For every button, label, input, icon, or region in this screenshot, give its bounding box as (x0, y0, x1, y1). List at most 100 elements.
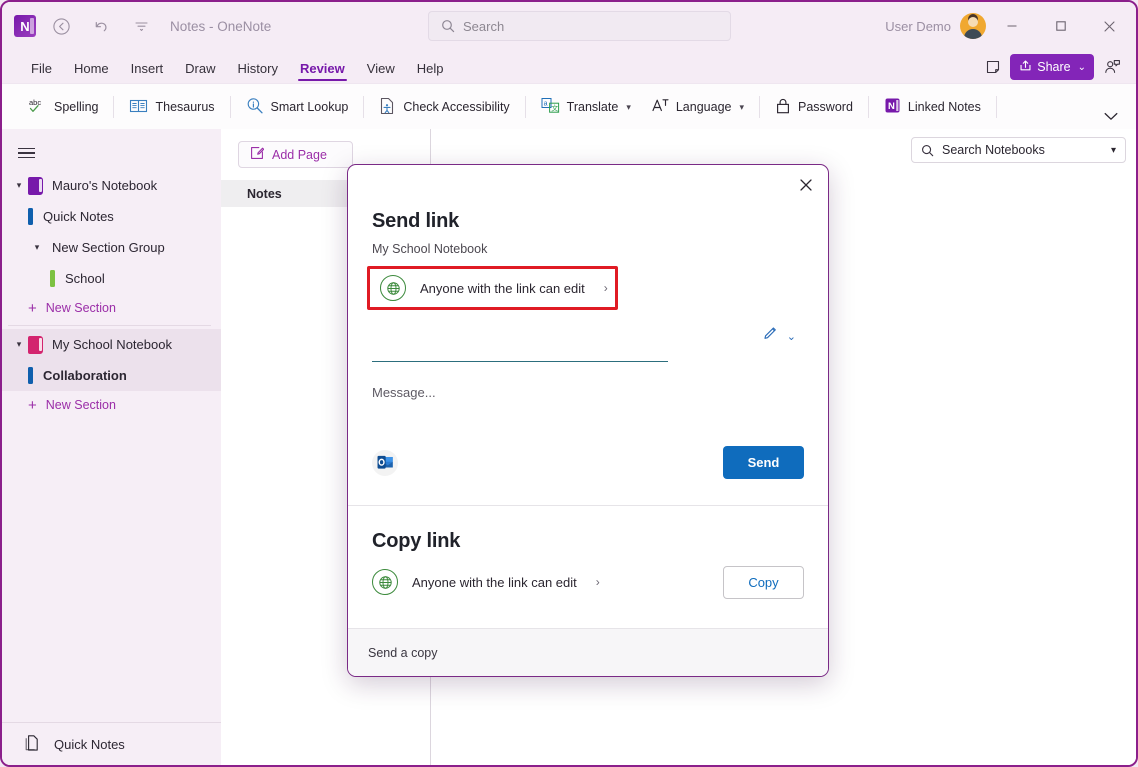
message-input[interactable]: Message... (372, 385, 804, 400)
tab-file[interactable]: File (20, 57, 63, 83)
sidebar-item-label: New Section (45, 301, 116, 315)
add-page-label: Add Page (272, 147, 327, 162)
quick-notes-page-icon (24, 734, 41, 755)
translate-label: Translate (566, 100, 619, 114)
tab-review[interactable]: Review (289, 57, 356, 83)
sidebar-new-section-school[interactable]: + New Section (2, 391, 221, 419)
thesaurus-button[interactable]: Thesaurus (119, 91, 224, 123)
linked-notes-button[interactable]: N Linked Notes (874, 91, 991, 123)
tab-draw[interactable]: Draw (174, 57, 226, 83)
section-color-icon (28, 367, 33, 384)
search-notebooks-placeholder: Search Notebooks (942, 143, 1045, 157)
permission-edit-group[interactable]: ⌄ (762, 325, 796, 347)
send-link-permission-button[interactable]: Anyone with the link can edit › (375, 269, 615, 307)
ribbon-tab-strip: File Home Insert Draw History Review Vie… (2, 50, 1136, 83)
close-icon[interactable] (792, 171, 820, 199)
recipient-input[interactable] (372, 330, 668, 362)
notes-page-icon[interactable] (978, 54, 1008, 80)
language-label: Language (675, 100, 732, 114)
smart-lookup-label: Smart Lookup (270, 100, 349, 114)
share-button[interactable]: Share ⌄ (1010, 54, 1094, 80)
chevron-down-icon[interactable]: ▾ (1111, 145, 1116, 156)
language-button[interactable]: Language ▾ (641, 91, 754, 123)
tab-home[interactable]: Home (63, 57, 120, 83)
ribbon-divider (867, 96, 869, 118)
send-a-copy-button[interactable]: Send a copy (348, 628, 828, 676)
chevron-right-icon: › (595, 575, 600, 589)
svg-text:N: N (888, 101, 895, 112)
sidebar-item-label: School (65, 271, 105, 286)
add-page-button[interactable]: Add Page (238, 141, 353, 168)
sidebar-item-quick-notes[interactable]: Quick Notes (2, 201, 221, 232)
undo-icon[interactable] (86, 11, 116, 41)
hamburger-menu-icon[interactable] (10, 136, 44, 170)
sidebar-item-label: Quick Notes (43, 209, 114, 224)
customize-quick-access-icon[interactable] (126, 11, 156, 41)
onenote-window: N Notes - OneNote Search User Demo File … (0, 0, 1138, 767)
sidebar-item-label: My School Notebook (52, 337, 172, 352)
sidebar-item-new-section-group[interactable]: ▾ New Section Group (2, 232, 221, 263)
sidebar-item-school[interactable]: School (2, 263, 221, 294)
chevron-down-icon: ▾ (626, 101, 631, 112)
svg-text:a: a (543, 101, 547, 108)
sidebar-item-collaboration[interactable]: Collaboration (2, 360, 221, 391)
search-notebooks-input[interactable]: Search Notebooks ▾ (911, 137, 1126, 163)
send-link-permission-label: Anyone with the link can edit (420, 280, 585, 296)
share-icon (1019, 59, 1032, 75)
tab-history[interactable]: History (227, 57, 289, 83)
send-link-subtitle: My School Notebook (372, 242, 488, 256)
send-button[interactable]: Send (723, 446, 804, 479)
ribbon-collapse-button[interactable] (1098, 104, 1124, 128)
sidebar-footer-quick-notes[interactable]: Quick Notes (2, 722, 221, 765)
search-input[interactable]: Search (428, 11, 731, 41)
smart-lookup-button[interactable]: Smart Lookup (236, 91, 359, 123)
send-a-copy-label: Send a copy (368, 645, 438, 660)
chevron-down-icon: ⌄ (1077, 61, 1086, 73)
spelling-button[interactable]: abc Spelling (18, 91, 108, 123)
minimize-button[interactable] (987, 2, 1036, 50)
translate-icon: a文 (541, 97, 560, 117)
avatar[interactable] (960, 13, 986, 39)
onenote-logo-icon: N (14, 15, 36, 37)
linked-notes-label: Linked Notes (907, 100, 981, 114)
thesaurus-book-icon (129, 98, 148, 117)
copy-button[interactable]: Copy (723, 565, 804, 599)
share-dialog: Send link My School Notebook Anyone with… (347, 164, 829, 677)
ribbon-toolbar: abc Spelling Thesaurus Smart Lookup Chec… (2, 83, 1136, 130)
ribbon-divider (229, 96, 231, 118)
close-button[interactable] (1085, 2, 1134, 50)
sidebar-item-my-school-notebook[interactable]: ▾ My School Notebook (2, 329, 221, 360)
recipient-row: ⌄ (348, 325, 828, 362)
check-accessibility-button[interactable]: Check Accessibility (369, 91, 519, 123)
permission-highlight-box: Anyone with the link can edit › (367, 266, 618, 310)
ribbon-divider (113, 96, 115, 118)
outlook-icon[interactable] (372, 449, 398, 476)
copy-link-permission-label: Anyone with the link can edit (412, 574, 577, 590)
sidebar-new-section-mauro[interactable]: + New Section (2, 294, 221, 322)
chevron-down-icon[interactable]: ⌄ (787, 330, 796, 343)
copy-link-permission-button[interactable]: Anyone with the link can edit › (372, 564, 600, 600)
search-icon (921, 144, 934, 157)
sidebar-item-mauros-notebook[interactable]: ▾ Mauro's Notebook (2, 170, 221, 201)
tab-insert[interactable]: Insert (120, 57, 175, 83)
sidebar-footer-label: Quick Notes (54, 736, 125, 752)
password-button[interactable]: Password (765, 91, 863, 123)
onenote-linked-notes-icon: N (884, 97, 901, 117)
translate-button[interactable]: a文 Translate ▾ (531, 91, 641, 123)
ribbon-divider (524, 96, 526, 118)
pencil-edit-icon[interactable] (762, 325, 779, 347)
send-link-title: Send link (372, 210, 460, 232)
comment-person-icon[interactable] (1096, 54, 1128, 80)
tab-help[interactable]: Help (406, 57, 455, 83)
notebook-icon (28, 335, 43, 354)
maximize-button[interactable] (1036, 2, 1085, 50)
globe-icon (380, 275, 406, 301)
check-accessibility-icon (379, 97, 396, 118)
tab-view[interactable]: View (356, 57, 406, 83)
copy-row: Anyone with the link can edit › Copy (372, 564, 804, 628)
add-page-icon (250, 146, 265, 163)
back-arrow-icon[interactable] (46, 11, 76, 41)
account-area[interactable]: User Demo (885, 2, 986, 50)
share-area: Share ⌄ (978, 54, 1128, 80)
spelling-label: Spelling (54, 100, 99, 114)
